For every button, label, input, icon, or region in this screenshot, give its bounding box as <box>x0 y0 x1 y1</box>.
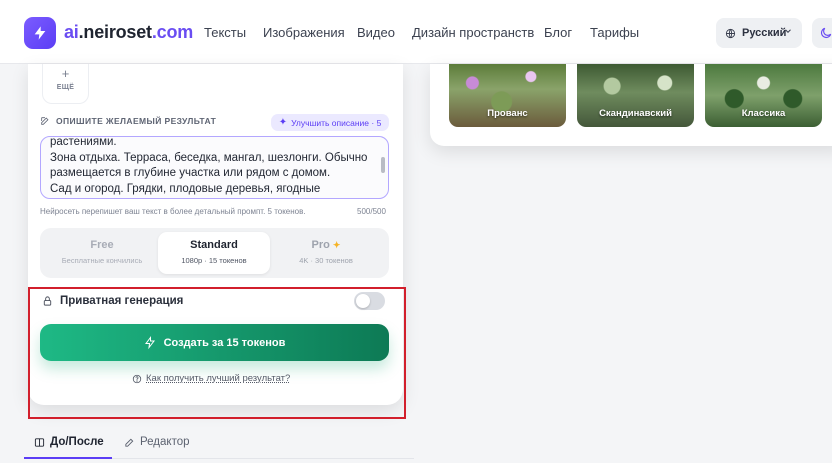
view-tabs: До/После Редактор <box>0 430 832 463</box>
active-tab-indicator <box>24 457 112 459</box>
language-label: Русский <box>742 27 787 39</box>
char-counter: 500/500 <box>357 207 386 216</box>
star-icon: ✦ <box>332 240 341 250</box>
edit-icon <box>41 117 49 125</box>
plan-pro[interactable]: Pro ✦ 4K · 30 токенов <box>270 232 382 274</box>
plus-icon: + <box>61 66 70 81</box>
hint-text: Нейросеть перепишет ваш текст в более де… <box>40 207 306 216</box>
nav-pricing[interactable]: Тарифы <box>590 25 639 40</box>
plan-name: Standard <box>190 239 238 251</box>
brand-part-neiroset: .neiroset <box>78 22 152 42</box>
more-styles-tile[interactable]: + ЕЩЁ <box>42 64 89 104</box>
chevron-down-icon <box>785 29 791 33</box>
sparkle-icon: ✦ <box>278 117 288 128</box>
tab-editor[interactable]: Редактор <box>124 436 190 448</box>
quality-plan-selector: Free Бесплатные кончились Standard 1080p… <box>40 228 389 278</box>
plan-sub: 1080p · 15 токенов <box>181 256 247 265</box>
plan-sub: 4K · 30 токенов <box>299 256 353 265</box>
plan-name: Pro <box>311 239 330 251</box>
section-label: ОПИШИТЕ ЖЕЛАЕМЫЙ РЕЗУЛЬТАТ <box>40 116 216 126</box>
nav-texts[interactable]: Тексты <box>204 25 246 40</box>
style-label: Классика <box>741 108 786 119</box>
style-label: Прованс <box>487 108 528 119</box>
brand-part-ai: ai <box>64 22 79 42</box>
brand-part-com: .com <box>151 22 194 42</box>
section-label-text: ОПИШИТЕ ЖЕЛАЕМЫЙ РЕЗУЛЬТАТ <box>56 116 217 126</box>
globe-icon <box>725 28 736 38</box>
tab-before-after[interactable]: До/После <box>34 436 104 448</box>
more-tile-label: ЕЩЁ <box>56 84 75 91</box>
plan-sub: Бесплатные кончились <box>61 256 143 265</box>
plan-name: Free <box>90 239 114 251</box>
nav-video[interactable]: Видео <box>357 25 395 40</box>
brand-name[interactable]: ai.neiroset.com <box>64 22 193 43</box>
description-textarea[interactable]: растениями. Зона отдыха. Терраса, беседк… <box>40 136 389 199</box>
style-label: Скандинавский <box>599 108 672 119</box>
split-view-icon <box>34 437 45 447</box>
tab-label: Редактор <box>140 436 190 448</box>
nav-space-design[interactable]: Дизайн пространств <box>412 25 534 40</box>
nav-images[interactable]: Изображения <box>263 25 345 40</box>
pencil-icon <box>125 438 134 447</box>
moon-icon <box>821 27 832 38</box>
logo-icon[interactable] <box>24 17 56 49</box>
nav-blog[interactable]: Блог <box>544 25 572 40</box>
improve-description-button[interactable]: ✦ Улучшить описание · 5 <box>271 114 389 131</box>
top-header: ai.neiroset.com Тексты Изображения Видео… <box>0 0 832 64</box>
plan-name-wrap: Pro ✦ <box>270 239 382 251</box>
plan-free[interactable]: Free Бесплатные кончились <box>46 232 158 274</box>
style-provence[interactable]: Прованс <box>449 64 566 127</box>
language-select[interactable]: Русский <box>716 18 802 48</box>
plan-standard[interactable]: Standard 1080p · 15 токенов <box>158 232 270 274</box>
theme-toggle-button[interactable] <box>812 18 832 48</box>
textarea-scrollbar[interactable] <box>381 157 385 173</box>
description-text: растениями. Зона отдыха. Терраса, беседк… <box>50 136 368 195</box>
style-scandinavian[interactable]: Скандинавский <box>577 64 694 127</box>
style-classic[interactable]: Классика <box>705 64 822 127</box>
tab-label: До/После <box>50 436 104 448</box>
improve-label: Улучшить описание · 5 <box>291 117 382 128</box>
highlight-box <box>28 287 406 419</box>
